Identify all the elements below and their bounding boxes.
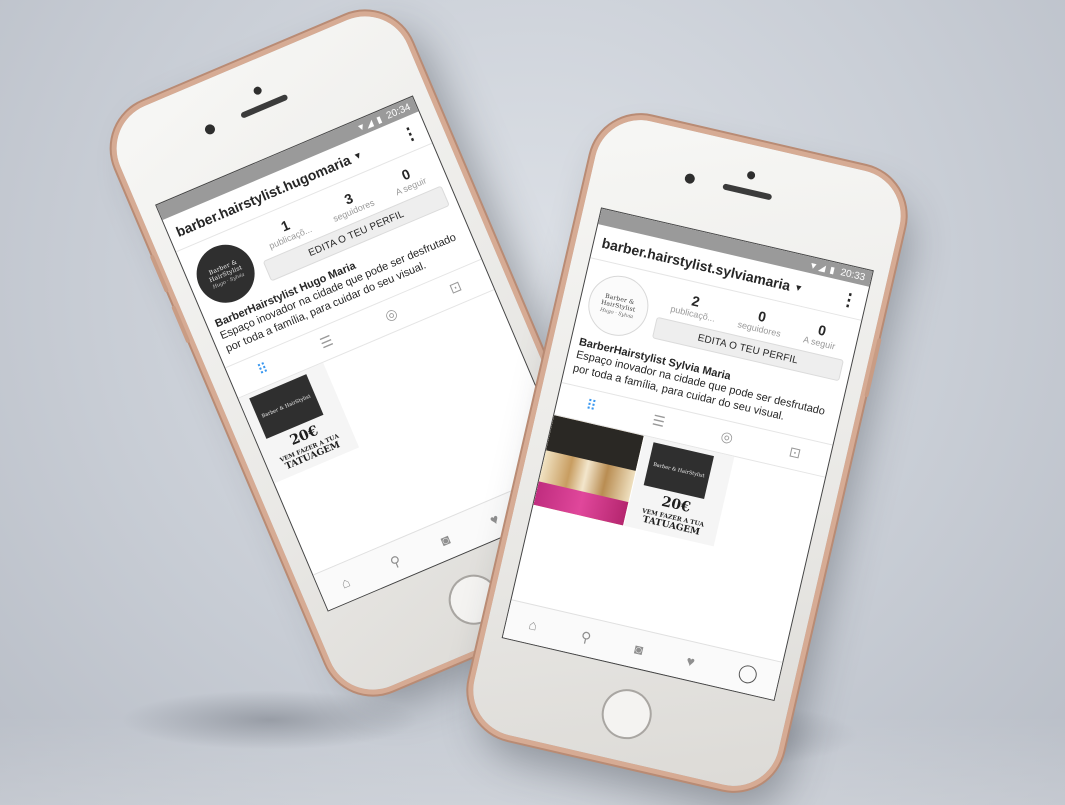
bottom-navigation: ⌂ ⚲ ◙ ♥ (502, 599, 783, 700)
earpiece-speaker (722, 183, 773, 201)
list-view-icon[interactable]: ☰ (318, 332, 336, 353)
sensor-icon (683, 172, 696, 185)
side-button (864, 337, 882, 398)
more-options-icon[interactable]: ⋮ (839, 288, 860, 310)
avatar[interactable]: Barber & HairStylist Hugo · Sylvia (582, 269, 655, 342)
side-button (171, 305, 191, 344)
tagged-photos-icon[interactable]: ⊡ (447, 277, 464, 297)
phone-right: ▼◢ ▮ 20:33 barber.hairstylist.sylviamari… (464, 110, 910, 796)
location-icon[interactable]: ◎ (382, 305, 400, 325)
search-icon[interactable]: ⚲ (579, 628, 593, 647)
search-icon[interactable]: ⚲ (387, 551, 403, 571)
grid-view-icon[interactable]: ⠿ (584, 396, 598, 415)
tagged-photos-icon[interactable]: ⊡ (787, 443, 803, 462)
instagram-profile-screen: ▼◢ ▮ 20:33 barber.hairstylist.sylviamari… (501, 207, 874, 702)
home-button[interactable] (596, 684, 657, 745)
sensor-icon (203, 122, 217, 136)
camera-icon[interactable]: ◙ (633, 640, 645, 657)
promo-logo: Barber & HairStylist (643, 441, 715, 499)
photo-shirt (533, 481, 629, 526)
list-view-icon[interactable]: ☰ (651, 412, 667, 431)
post-thumbnail[interactable]: Barber & HairStylist 20€ VEM FAZER A TUA… (624, 435, 735, 546)
profile-tab-icon[interactable] (736, 663, 759, 686)
home-icon[interactable]: ⌂ (338, 573, 352, 591)
more-options-icon[interactable]: ⋮ (398, 121, 421, 145)
stat-followers[interactable]: 0 seguidores (737, 304, 786, 339)
grid-view-icon[interactable]: ⠿ (255, 359, 271, 379)
heart-icon[interactable]: ♥ (685, 652, 697, 669)
location-icon[interactable]: ◎ (719, 428, 735, 447)
chevron-down-icon[interactable]: ▼ (352, 149, 364, 162)
chevron-down-icon[interactable]: ▼ (793, 282, 804, 294)
front-camera-icon (252, 85, 263, 96)
camera-icon[interactable]: ◙ (438, 531, 452, 549)
promo-brand: Barber & HairStylist (260, 393, 312, 420)
earpiece-speaker (240, 93, 289, 119)
front-camera-icon (746, 170, 756, 181)
home-icon[interactable]: ⌂ (527, 616, 539, 633)
side-button (149, 254, 169, 293)
stat-following[interactable]: 0 A seguir (802, 319, 840, 352)
promo-brand: Barber & HairStylist (652, 461, 706, 480)
heart-icon[interactable]: ♥ (487, 510, 501, 528)
stat-posts[interactable]: 2 publicaçõ... (670, 288, 720, 323)
phone-shadow (120, 690, 420, 750)
stat-following[interactable]: 0 A seguir (388, 161, 428, 198)
